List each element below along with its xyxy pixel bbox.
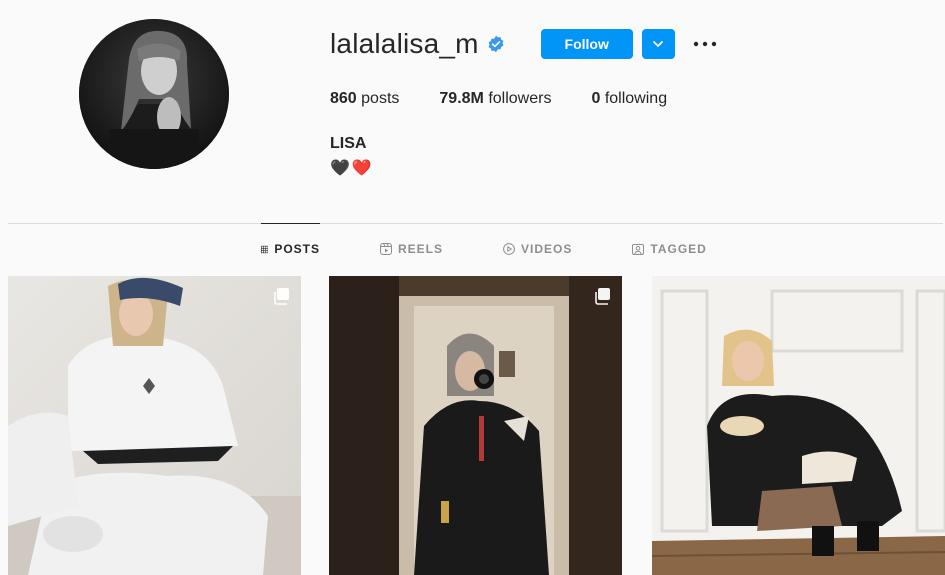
username: lalalalisa_m — [330, 28, 479, 59]
post-thumbnail[interactable] — [8, 276, 301, 575]
posts-count: 860 posts — [330, 90, 399, 108]
tab-reels[interactable]: REELS — [380, 223, 443, 275]
post-image — [8, 276, 301, 575]
tab-posts[interactable]: POSTS — [261, 223, 320, 275]
post-image — [652, 276, 945, 575]
tab-videos[interactable]: VIDEOS — [503, 223, 572, 275]
tagged-icon — [632, 244, 645, 255]
tab-videos-label: VIDEOS — [521, 242, 573, 256]
suggested-accounts-button[interactable] — [641, 29, 675, 59]
carousel-icon — [272, 287, 290, 310]
tab-reels-label: REELS — [398, 242, 444, 256]
username-row: lalalalisa_m Follow — [330, 26, 719, 62]
post-image — [329, 276, 622, 575]
following-count-value: 0 — [591, 90, 601, 107]
grid-icon — [261, 245, 269, 253]
profile-avatar[interactable] — [79, 19, 229, 169]
black-heart-icon: 🖤 — [330, 160, 350, 177]
tab-tagged[interactable]: TAGGED — [632, 223, 706, 275]
tab-tagged-label: TAGGED — [650, 242, 707, 256]
profile-stats: 860 posts 79.8M followers 0 following — [330, 90, 707, 108]
video-play-icon — [503, 243, 515, 255]
tab-posts-label: POSTS — [274, 242, 320, 256]
follow-button[interactable]: Follow — [540, 29, 633, 59]
post-thumbnail[interactable] — [329, 276, 622, 575]
more-dots-icon — [693, 41, 716, 47]
followers-link[interactable]: 79.8M followers — [439, 90, 551, 108]
following-link[interactable]: 0 following — [591, 90, 667, 108]
following-label: following — [604, 90, 668, 107]
profile-full-name: LISA — [330, 135, 367, 152]
verified-badge-icon — [487, 35, 505, 53]
profile-bio: 🖤 ❤️ — [330, 158, 372, 178]
posts-count-value: 860 — [330, 90, 357, 107]
carousel-icon — [593, 287, 611, 310]
post-thumbnail[interactable] — [652, 276, 945, 575]
more-options-button[interactable] — [691, 29, 719, 59]
followers-count-value: 79.8M — [439, 90, 484, 107]
profile-tabs: POSTS REELS VIDEOS TAGGED — [261, 223, 707, 275]
followers-label: followers — [488, 90, 552, 107]
chevron-down-icon — [653, 41, 664, 47]
posts-count-label: posts — [361, 90, 400, 107]
reels-icon — [380, 243, 392, 255]
red-heart-icon: ❤️ — [351, 160, 372, 177]
